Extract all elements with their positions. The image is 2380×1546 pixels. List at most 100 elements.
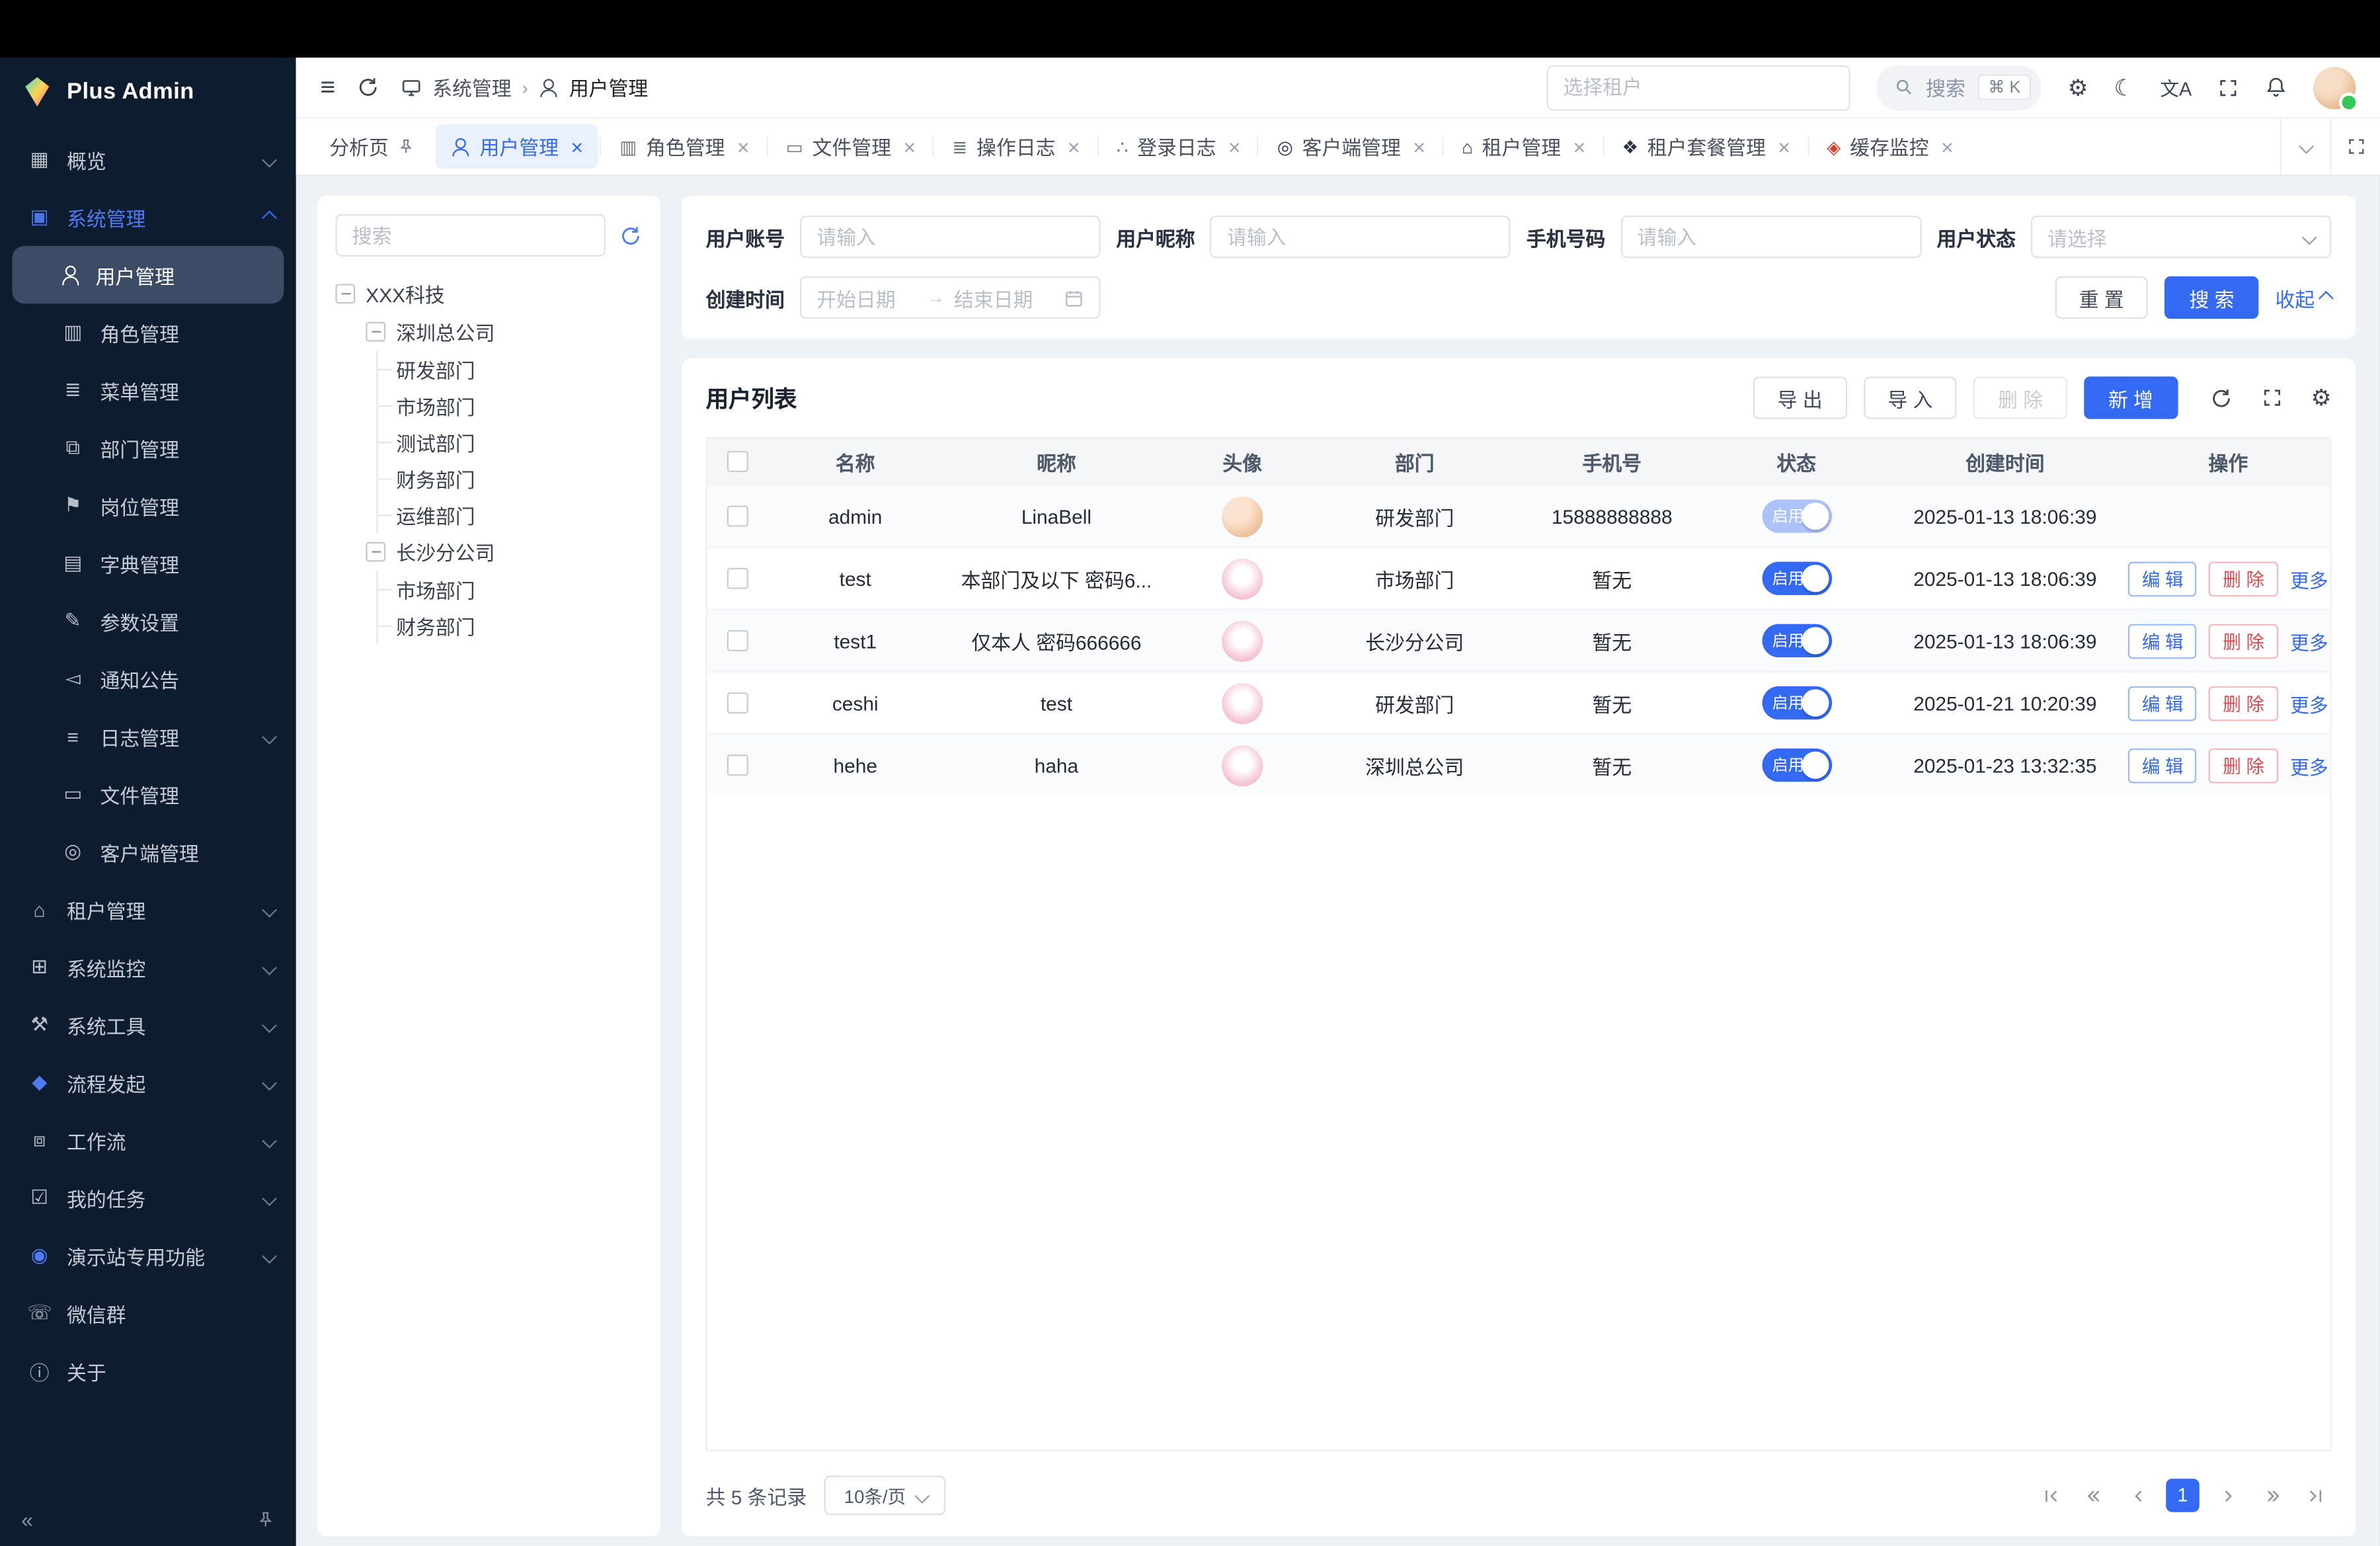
more-button[interactable]: 更多 [2290, 626, 2328, 655]
hamburger-icon[interactable]: ≡ [320, 72, 335, 102]
avatar[interactable] [2313, 66, 2356, 108]
breadcrumb-system[interactable]: 系统管理 [432, 73, 511, 102]
bell-icon[interactable] [2264, 76, 2287, 99]
tab-tenant-mgmt[interactable]: ⌂ 租户管理 × [1447, 124, 1601, 169]
close-icon[interactable]: × [1413, 136, 1425, 157]
collapse-toggle-icon[interactable] [366, 542, 385, 562]
close-icon[interactable]: × [1228, 136, 1241, 157]
tree-node-branch[interactable]: 深圳总公司 [366, 313, 642, 350]
row-checkbox[interactable] [727, 630, 748, 651]
reset-button[interactable]: 重 置 [2055, 276, 2148, 319]
more-button[interactable]: 更多 [2290, 688, 2328, 717]
close-icon[interactable]: × [1941, 136, 1954, 157]
select-all-checkbox[interactable] [727, 451, 748, 472]
sidebar-item-file-mgmt[interactable]: ▭ 文件管理 [0, 765, 296, 823]
tree-node-dept[interactable]: 研发部门 [378, 350, 642, 387]
created-date-range[interactable]: 开始日期 → 结束日期 [800, 276, 1101, 319]
next-page-button[interactable] [2210, 1479, 2244, 1512]
refresh-icon[interactable] [356, 76, 379, 99]
tree-node-branch[interactable]: 长沙分公司 [366, 533, 642, 571]
edit-button[interactable]: 编 辑 [2128, 561, 2197, 596]
status-toggle[interactable]: 启用 [1761, 499, 1831, 533]
sidebar-item-menu-mgmt[interactable]: ≣ 菜单管理 [0, 361, 296, 419]
sidebar-item-about[interactable]: ⓘ 关于 [0, 1342, 296, 1400]
sidebar-item-user-mgmt[interactable]: 用户管理 [12, 246, 284, 304]
gear-icon[interactable]: ⚙ [2068, 73, 2088, 101]
tree-node-root[interactable]: XXX科技 [335, 275, 642, 313]
tab-file-mgmt[interactable]: ▭ 文件管理 × [771, 124, 931, 169]
tree-node-dept[interactable]: 财务部门 [378, 607, 642, 643]
export-button[interactable]: 导 出 [1753, 376, 1846, 419]
app-logo[interactable]: Plus Admin [0, 58, 296, 124]
sidebar-item-demo-features[interactable]: ◉ 演示站专用功能 [0, 1227, 296, 1284]
delete-row-button[interactable]: 删 除 [2209, 686, 2278, 721]
tree-node-dept[interactable]: 市场部门 [378, 571, 642, 607]
row-checkbox[interactable] [727, 506, 748, 527]
nickname-input[interactable] [1210, 216, 1511, 258]
status-toggle[interactable]: 启用 [1761, 624, 1831, 658]
page-size-select[interactable]: 10条/页 [825, 1476, 947, 1516]
status-toggle[interactable]: 启用 [1761, 686, 1831, 720]
delete-button[interactable]: 删 除 [1973, 376, 2067, 419]
edit-button[interactable]: 编 辑 [2128, 748, 2197, 783]
sidebar-item-param-settings[interactable]: ✎ 参数设置 [0, 592, 296, 649]
delete-row-button[interactable]: 删 除 [2209, 623, 2278, 658]
sidebar-item-process-start[interactable]: ◆ 流程发起 [0, 1053, 296, 1111]
delete-row-button[interactable]: 删 除 [2209, 561, 2278, 596]
edit-button[interactable]: 编 辑 [2128, 686, 2197, 721]
sidebar-item-role-mgmt[interactable]: ▥ 角色管理 [0, 304, 296, 361]
jump-back-button[interactable] [2078, 1479, 2112, 1512]
tab-analysis[interactable]: 分析页 [314, 124, 430, 169]
tree-node-dept[interactable]: 测试部门 [378, 424, 642, 460]
pin-icon[interactable] [257, 1510, 275, 1529]
translate-icon[interactable]: 文A [2160, 73, 2192, 102]
tenant-select-input[interactable] [1546, 65, 1850, 110]
search-button[interactable]: 搜 索 [2165, 276, 2258, 319]
tab-role-mgmt[interactable]: ▥ 角色管理 × [604, 124, 764, 169]
sidebar-item-dict-mgmt[interactable]: ▤ 字典管理 [0, 534, 296, 592]
table-settings-icon[interactable]: ⚙ [2311, 384, 2332, 411]
edit-button[interactable]: 编 辑 [2128, 623, 2197, 658]
tab-login-log[interactable]: ∴ 登录日志 × [1101, 124, 1256, 169]
user-status-select[interactable]: 请选择 [2031, 216, 2332, 258]
collapse-toggle-icon[interactable] [366, 322, 385, 342]
dark-mode-icon[interactable]: ☾ [2114, 73, 2135, 101]
tab-tenant-package-mgmt[interactable]: ❖ 租户套餐管理 × [1606, 124, 1805, 169]
table-refresh-icon[interactable] [2209, 386, 2232, 409]
phone-input[interactable] [1620, 216, 1921, 258]
last-page-button[interactable] [2298, 1479, 2332, 1512]
sidebar-item-client-mgmt[interactable]: ◎ 客户端管理 [0, 823, 296, 880]
tab-cache-monitor[interactable]: ◈ 缓存监控 × [1811, 124, 1968, 169]
sidebar-item-log-mgmt[interactable]: ≡ 日志管理 [0, 708, 296, 765]
tab-dropdown-button[interactable] [2280, 118, 2330, 175]
row-checkbox[interactable] [727, 754, 748, 776]
collapse-toggle-icon[interactable] [335, 284, 355, 304]
current-page-button[interactable]: 1 [2166, 1479, 2200, 1512]
delete-row-button[interactable]: 删 除 [2209, 748, 2278, 783]
status-toggle[interactable]: 启用 [1761, 561, 1831, 595]
sidebar-item-dept-mgmt[interactable]: ⧉ 部门管理 [0, 419, 296, 477]
close-icon[interactable]: × [737, 136, 750, 157]
tree-node-dept[interactable]: 财务部门 [378, 460, 642, 497]
close-icon[interactable]: × [1068, 136, 1080, 157]
fullscreen-icon[interactable] [2217, 77, 2239, 98]
import-button[interactable]: 导 入 [1864, 376, 1957, 419]
sidebar-item-post-mgmt[interactable]: ⚑ 岗位管理 [0, 477, 296, 534]
account-input[interactable] [800, 216, 1101, 258]
close-icon[interactable]: × [1778, 136, 1790, 157]
sidebar-item-overview[interactable]: ▦ 概览 [0, 130, 296, 188]
tree-node-dept[interactable]: 运维部门 [378, 497, 642, 533]
close-icon[interactable]: × [903, 136, 916, 157]
jump-forward-button[interactable] [2254, 1479, 2287, 1512]
tree-refresh-icon[interactable] [619, 224, 642, 247]
sidebar-item-system-tools[interactable]: ⚒ 系统工具 [0, 996, 296, 1053]
sidebar-item-system-mgmt[interactable]: ▣ 系统管理 [0, 188, 296, 246]
first-page-button[interactable] [2034, 1479, 2068, 1512]
global-search-button[interactable]: 搜索 ⌘ K [1876, 65, 2042, 110]
breadcrumb-user-mgmt[interactable]: 用户管理 [569, 73, 648, 102]
tab-fullscreen-button[interactable] [2330, 118, 2380, 175]
sidebar-item-my-tasks[interactable]: ☑ 我的任务 [0, 1169, 296, 1227]
sidebar-item-system-monitor[interactable]: ⊞ 系统监控 [0, 938, 296, 996]
more-button[interactable]: 更多 [2290, 751, 2328, 780]
tab-client-mgmt[interactable]: ◎ 客户端管理 × [1262, 124, 1441, 169]
